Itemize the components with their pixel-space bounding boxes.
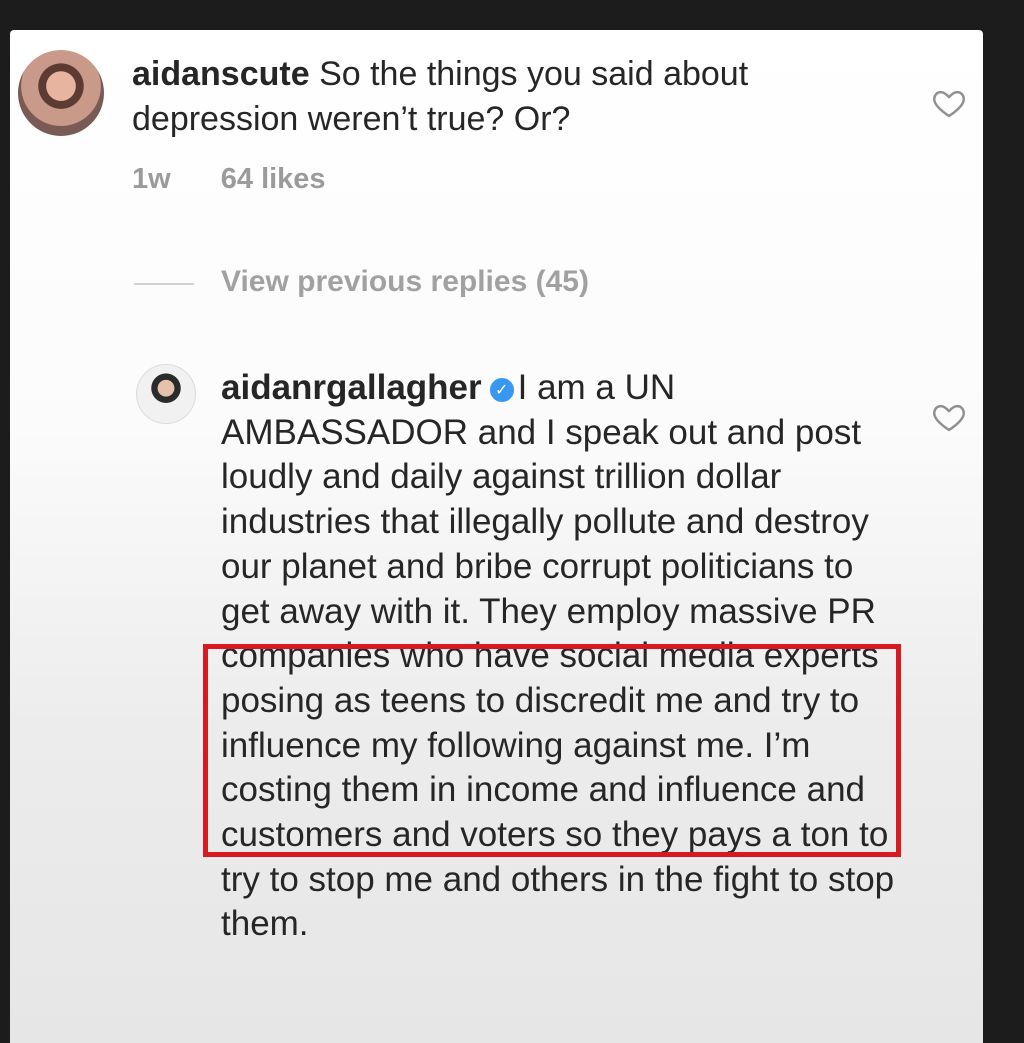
verified-icon: ✓	[489, 378, 514, 402]
comment-likes[interactable]: 64 likes	[221, 163, 326, 195]
reply: aidanrgallagher ✓ I am a UN AMBASSADOR and…	[221, 366, 911, 947]
screenshot-frame: aidanscute So the things you said about …	[0, 0, 1024, 1043]
comment-username[interactable]: aidanscute	[132, 55, 310, 93]
comment: aidanscute So the things you said about …	[132, 52, 892, 142]
comment-meta: 1w 64 likes	[132, 163, 368, 196]
view-previous-replies-button[interactable]: View previous replies (45)	[221, 265, 589, 299]
comments-panel: aidanscute So the things you said about …	[10, 30, 983, 1043]
comment-time: 1w	[132, 163, 171, 195]
replies-divider	[134, 283, 194, 285]
heart-outline-icon[interactable]	[932, 402, 966, 432]
commenter-avatar[interactable]	[18, 50, 104, 136]
reply-text: I am a UN AMBASSADOR and I speak out and…	[221, 368, 895, 944]
heart-outline-icon[interactable]	[932, 88, 966, 118]
reply-username[interactable]: aidanrgallagher	[221, 368, 482, 407]
reply-avatar[interactable]	[136, 364, 196, 424]
